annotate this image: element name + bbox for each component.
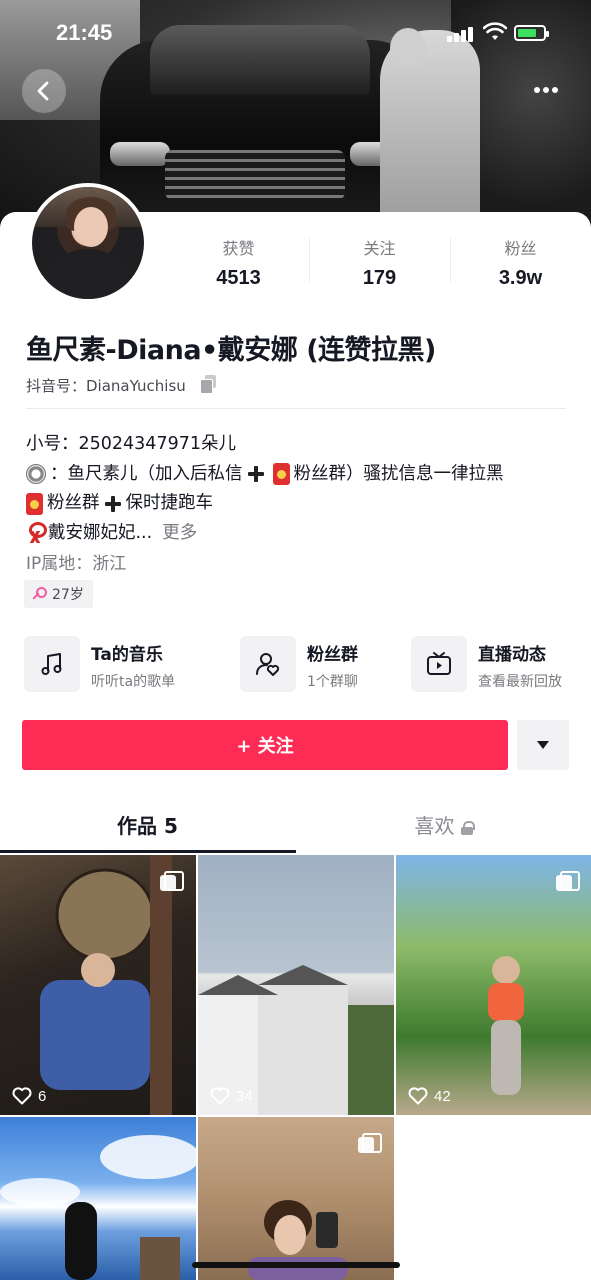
post-like-count: 42 [434, 1087, 451, 1105]
heart-icon [408, 1087, 428, 1105]
tab-label: 作品 5 [117, 814, 178, 838]
bio-line-alt-account: 小号：25024347971朵儿 [26, 434, 236, 454]
status-time: 21:45 [56, 20, 113, 45]
signal-icon [447, 26, 475, 42]
service-subtitle: 查看最新回放 [478, 674, 562, 690]
profile-stats: 获赞 4513 关注 179 粉丝 3.9w [168, 232, 591, 292]
post-likes: 42 [408, 1087, 451, 1105]
live-service[interactable]: 直播动态 查看最新回放 [411, 636, 591, 694]
lock-icon [460, 821, 475, 835]
bio-line-fan-group-2: 粉丝群 [47, 493, 100, 513]
post-likes: 6 [12, 1087, 46, 1105]
stat-label: 获赞 [222, 239, 255, 258]
age-label: 27岁 [52, 587, 84, 603]
ribbon-emoji-icon [26, 522, 47, 544]
profile-name: 鱼尺素-Diana•戴安娜 (连赞拉黑) [26, 335, 436, 366]
ring-emoji-icon [26, 464, 46, 485]
music-note-icon [41, 653, 62, 675]
stat-value: 4513 [216, 267, 261, 289]
more-options-button[interactable] [528, 80, 564, 100]
recommend-dropdown-button[interactable] [517, 720, 569, 770]
live-tv-icon [427, 652, 451, 675]
fan-group-service[interactable]: 粉丝群 1个群聊 [240, 636, 400, 694]
service-title: Ta的音乐 [91, 645, 163, 665]
tab-likes[interactable]: 喜欢 [296, 800, 591, 854]
caret-down-icon [537, 741, 549, 749]
service-title: 直播动态 [478, 645, 546, 665]
multi-image-icon [358, 1133, 382, 1155]
profile-bio[interactable]: 小号：25024347971朵儿 ：鱼尺素儿（加入后私信 粉丝群）骚扰信息一律拉… [26, 430, 576, 548]
red-envelope-emoji-icon [26, 492, 43, 515]
stat-label: 粉丝 [504, 239, 537, 258]
post-like-count: 34 [236, 1087, 253, 1105]
post-thumbnail[interactable]: 42 [396, 855, 591, 1115]
stat-likes[interactable]: 获赞 4513 [168, 232, 309, 292]
wifi-icon [483, 22, 507, 40]
tab-works[interactable]: 作品 5 [0, 800, 295, 854]
ip-location: IP属地：浙江 [26, 554, 127, 574]
copy-icon[interactable] [200, 375, 218, 394]
heart-icon [210, 1087, 230, 1105]
music-service[interactable]: Ta的音乐 听听ta的歌单 [24, 636, 224, 694]
back-button[interactable] [22, 69, 66, 113]
fan-group-icon [256, 653, 280, 676]
battery-icon [514, 25, 549, 41]
stat-label: 关注 [363, 239, 396, 258]
bio-line-car: 保时捷跑车 [125, 493, 214, 513]
bio-more-link[interactable]: 更多 [162, 519, 197, 549]
multi-image-icon [556, 871, 580, 893]
stat-following[interactable]: 关注 179 [309, 232, 450, 292]
post-likes: 34 [210, 1087, 253, 1105]
age-badge: 27岁 [24, 580, 93, 608]
stat-value: 3.9w [498, 267, 543, 289]
chevron-left-icon [37, 81, 49, 101]
tab-label: 喜欢 [414, 814, 455, 838]
red-envelope-emoji-icon [272, 463, 290, 486]
post-like-count: 6 [38, 1087, 47, 1105]
stat-value: 179 [362, 267, 397, 289]
service-subtitle: 听听ta的歌单 [91, 674, 176, 690]
female-icon [32, 587, 47, 601]
plus-emoji-icon [247, 465, 265, 483]
bio-line-name: 戴安娜妃妃... [48, 522, 153, 543]
bio-line-fan-group: ：鱼尺素儿（加入后私信 [50, 463, 243, 484]
stat-followers[interactable]: 粉丝 3.9w [450, 232, 591, 292]
tab-indicator [0, 850, 296, 853]
service-title: 粉丝群 [307, 645, 358, 665]
divider [26, 408, 566, 409]
post-thumbnail[interactable] [0, 1117, 196, 1280]
status-bar: 21:45 [0, 0, 591, 64]
post-thumbnail[interactable]: 6 [0, 855, 196, 1115]
home-indicator [192, 1262, 400, 1268]
content-tabs: 作品 5 喜欢 [0, 800, 591, 854]
follow-button[interactable]: + 关注 [22, 720, 508, 770]
avatar[interactable] [28, 183, 148, 303]
bio-line-fan-group-rest: 粉丝群）骚扰信息一律拉黑 [293, 463, 504, 484]
post-thumbnail[interactable] [198, 1117, 394, 1280]
douyin-id: 抖音号：DianaYuchisu [26, 377, 186, 395]
heart-icon [12, 1087, 32, 1105]
profile-services: Ta的音乐 听听ta的歌单 粉丝群 1个群聊 直播动态 查看最新回放 [24, 636, 591, 694]
post-thumbnail[interactable]: 34 [198, 855, 394, 1115]
multi-image-icon [160, 871, 184, 893]
plus-emoji-icon [104, 495, 122, 513]
service-subtitle: 1个群聊 [307, 674, 358, 690]
more-dots-icon [534, 87, 540, 93]
